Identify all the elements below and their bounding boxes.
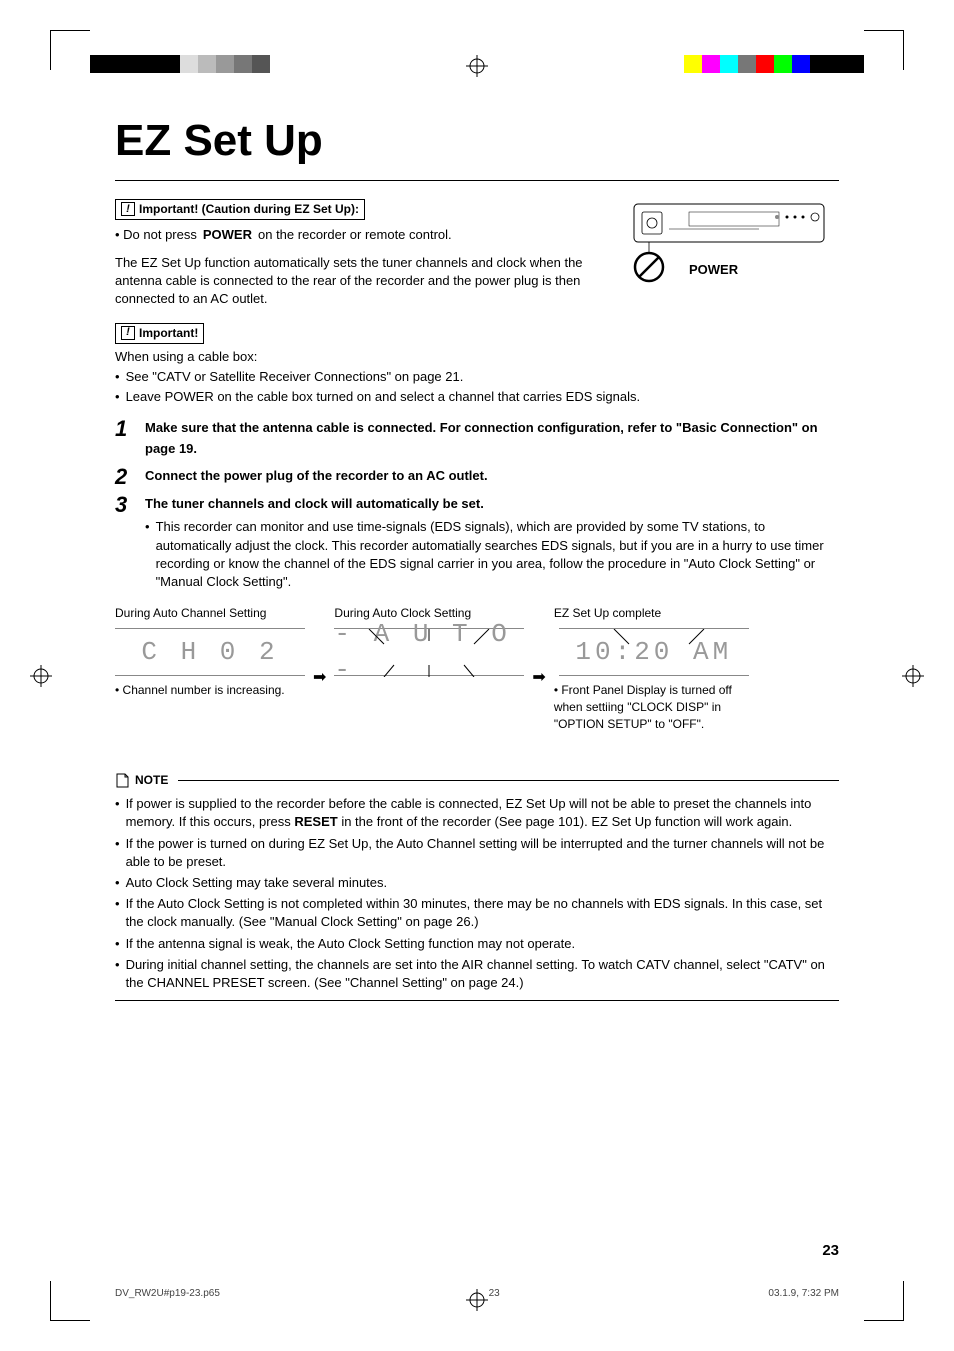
note-icon xyxy=(115,773,129,788)
divider xyxy=(178,780,839,781)
important-header: Important! (Caution during EZ Set Up): xyxy=(139,201,359,218)
arrow-right-icon: ➡ xyxy=(532,667,545,689)
note-item: •Auto Clock Setting may take several min… xyxy=(115,874,839,892)
note-header: NOTE xyxy=(135,772,168,789)
step-text: Make sure that the antenna cable is conn… xyxy=(145,418,839,460)
note-item: •During initial channel setting, the cha… xyxy=(115,956,839,992)
page-title: EZ Set Up xyxy=(115,110,839,172)
footer-file: DV_RW2U#p19-23.p65 xyxy=(115,1287,220,1301)
step-number: 3 xyxy=(115,494,135,592)
important-box-2: ! Important! xyxy=(115,323,204,344)
note-item: •If the antenna signal is weak, the Auto… xyxy=(115,935,839,953)
crop-mark xyxy=(864,30,904,70)
exclamation-icon: ! xyxy=(121,202,135,216)
divider xyxy=(115,180,839,181)
lcd-text: C H 0 2 xyxy=(141,634,278,670)
registration-mark-icon xyxy=(466,55,488,77)
power-label: POWER xyxy=(689,261,738,279)
important2-intro: When using a cable box: xyxy=(115,348,839,366)
important-bullet: • Do not press POWER on the recorder or … xyxy=(115,226,609,244)
important2-bullet: •See "CATV or Satellite Receiver Connect… xyxy=(115,368,839,386)
step-2: 2 Connect the power plug of the recorder… xyxy=(115,466,839,488)
lcd-display: - A U T O - xyxy=(334,628,524,676)
note-item: •If the Auto Clock Setting is not comple… xyxy=(115,895,839,931)
note-item: •If power is supplied to the recorder be… xyxy=(115,795,839,831)
registration-mark-icon xyxy=(30,665,52,687)
lcd-display: 10:20 AM xyxy=(559,628,749,676)
footer: DV_RW2U#p19-23.p65 23 03.1.9, 7:32 PM xyxy=(115,1287,839,1301)
registration-mark-icon xyxy=(902,665,924,687)
step-number: 1 xyxy=(115,418,135,460)
footer-page: 23 xyxy=(489,1287,500,1301)
step-3: 3 The tuner channels and clock will auto… xyxy=(115,494,839,592)
intro-paragraph: The EZ Set Up function automatically set… xyxy=(115,254,609,309)
display-label: EZ Set Up complete xyxy=(554,605,661,622)
divider xyxy=(115,1000,839,1001)
step-1: 1 Make sure that the antenna cable is co… xyxy=(115,418,839,460)
lcd-display: C H 0 2 xyxy=(115,628,305,676)
display-caption: • Front Panel Display is turned off when… xyxy=(554,682,754,732)
important-box: ! Important! (Caution during EZ Set Up): xyxy=(115,199,365,220)
important2-bullet: •Leave POWER on the cable box turned on … xyxy=(115,388,839,406)
device-illustration: POWER xyxy=(629,199,839,294)
step-sub-bullet: •This recorder can monitor and use time-… xyxy=(145,518,839,591)
step-number: 2 xyxy=(115,466,135,488)
footer-timestamp: 03.1.9, 7:32 PM xyxy=(768,1287,839,1301)
display-caption: • Channel number is increasing. xyxy=(115,682,285,699)
crop-mark xyxy=(864,1281,904,1321)
crop-mark xyxy=(50,1281,90,1321)
color-calibration-bar xyxy=(90,55,270,73)
step-text: The tuner channels and clock will automa… xyxy=(145,494,839,515)
page-number: 23 xyxy=(822,1240,839,1261)
exclamation-icon: ! xyxy=(121,326,135,340)
color-calibration-bar xyxy=(684,55,864,73)
display-label: During Auto Channel Setting xyxy=(115,605,266,622)
important2-header: Important! xyxy=(139,325,198,342)
arrow-right-icon: ➡ xyxy=(313,667,326,689)
note-item: •If the power is turned on during EZ Set… xyxy=(115,835,839,871)
step-text: Connect the power plug of the recorder t… xyxy=(145,466,839,487)
crop-mark xyxy=(50,30,90,70)
